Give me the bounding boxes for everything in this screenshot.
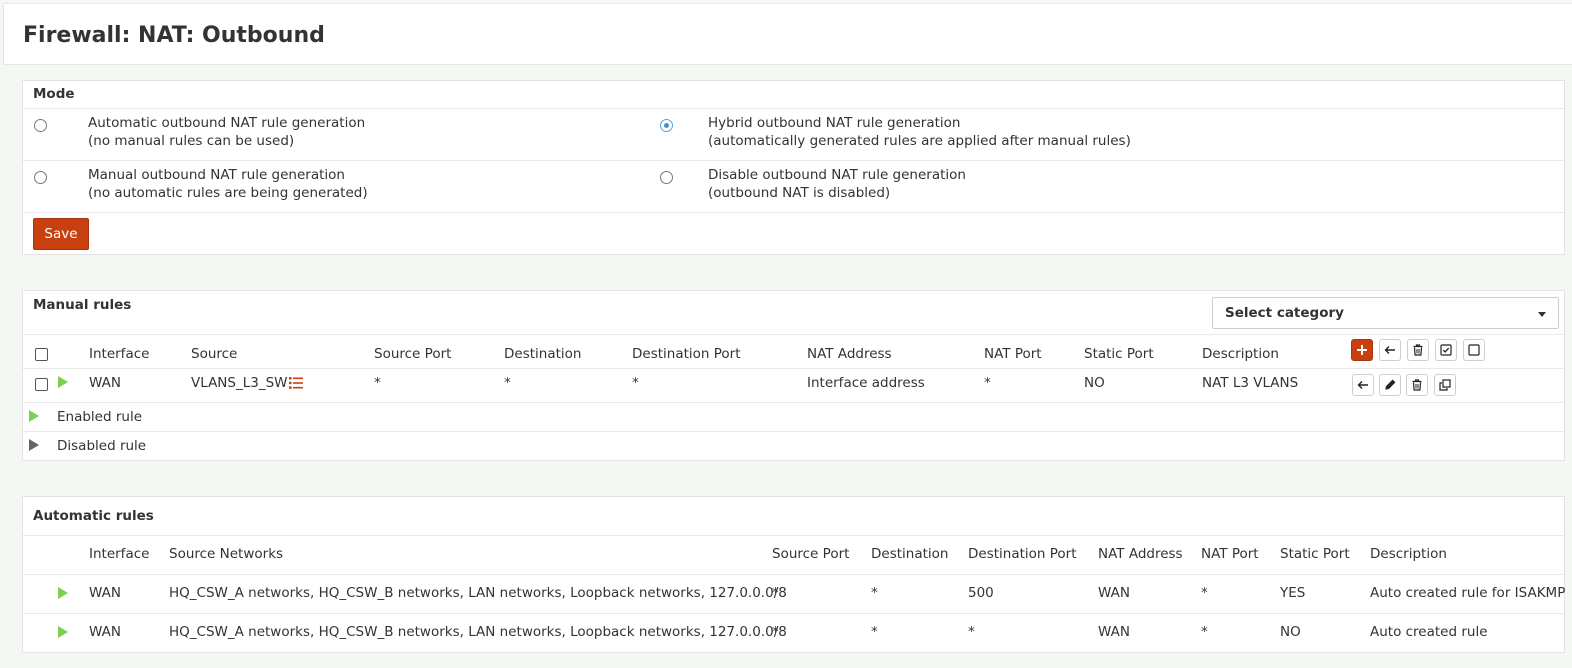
row-delete-button[interactable] [1406,374,1428,396]
mode-panel: Mode Automatic outbound NAT rule generat… [22,80,1565,255]
auto-row-source-networks: HQ_CSW_A networks, HQ_CSW_B networks, LA… [169,624,787,640]
automatic-rules-title: Automatic rules [33,508,154,524]
clone-icon [1439,379,1451,391]
legend-enabled: Enabled rule [57,409,143,425]
radio-hybrid[interactable] [660,119,673,132]
auto-row-description: Auto created rule for ISAKMP [1370,585,1566,601]
category-select-label: Select category [1225,305,1344,321]
radio-manual[interactable] [34,171,47,184]
auto-col-destination-port: Destination Port [968,546,1077,562]
auto-row-destination: * [871,624,878,640]
auto-row-interface: WAN [89,585,121,601]
row-clone-button[interactable] [1434,374,1456,396]
row-move-button[interactable] [1352,374,1374,396]
auto-row-destination-port: * [968,624,975,640]
row-destination: * [504,375,511,391]
auto-row-nat-port: * [1201,585,1208,601]
arrow-left-icon [1357,381,1368,389]
row-static-port: NO [1084,375,1105,391]
option-disable-label: Disable outbound NAT rule generation [708,167,966,183]
list-icon[interactable] [289,377,303,389]
disabled-rule-legend-icon [29,439,39,451]
option-hybrid-label: Hybrid outbound NAT rule generation [708,115,961,131]
auto-col-interface: Interface [89,546,150,562]
category-select[interactable]: Select category [1212,297,1559,329]
square-icon [1468,344,1480,356]
col-static-port: Static Port [1084,346,1154,362]
auto-row-destination: * [871,585,878,601]
auto-row-nat-address: WAN [1098,624,1130,640]
enabled-rule-icon[interactable] [58,376,68,388]
mode-title: Mode [33,86,75,102]
plus-icon [1357,345,1367,355]
option-manual-desc: (no automatic rules are being generated) [88,185,368,201]
manual-rules-panel: Manual rules Select category Interface S… [22,290,1565,461]
trash-icon [1412,379,1422,391]
row-source-port: * [374,375,381,391]
legend-disabled: Disabled rule [57,438,147,454]
auto-row-nat-address: WAN [1098,585,1130,601]
row-source: VLANS_L3_SW [191,375,288,391]
col-source-port: Source Port [374,346,452,362]
auto-col-nat-port: NAT Port [1201,546,1259,562]
col-nat-address: NAT Address [807,346,892,362]
col-description: Description [1202,346,1279,362]
save-button[interactable]: Save [33,218,89,250]
automatic-rules-panel: Automatic rules Interface Source Network… [22,496,1565,653]
col-destination: Destination [504,346,582,362]
auto-col-static-port: Static Port [1280,546,1350,562]
row-destination-port: * [632,375,639,391]
row-nat-port: * [984,375,991,391]
option-manual-label: Manual outbound NAT rule generation [88,167,345,183]
auto-row-destination-port: 500 [968,585,994,601]
manual-rules-title: Manual rules [33,297,132,313]
col-nat-port: NAT Port [984,346,1042,362]
move-rules-button[interactable] [1379,339,1401,361]
auto-row-source-port: * [772,624,779,640]
row-interface: WAN [89,375,121,391]
auto-row-enabled-icon [58,626,68,638]
radio-disable[interactable] [660,171,673,184]
row-description: NAT L3 VLANS [1202,375,1299,391]
select-all-checkbox[interactable] [35,348,48,361]
option-hybrid-desc: (automatically generated rules are appli… [708,133,1131,149]
page-title: Firewall: NAT: Outbound [23,23,325,48]
auto-col-destination: Destination [871,546,949,562]
trash-icon [1413,344,1423,356]
auto-row-source-networks: HQ_CSW_A networks, HQ_CSW_B networks, LA… [169,585,787,601]
auto-col-source-networks: Source Networks [169,546,284,562]
row-nat-address: Interface address [807,375,925,391]
disable-selected-button[interactable] [1463,339,1485,361]
add-rule-button[interactable] [1351,339,1373,361]
check-square-icon [1440,344,1452,356]
row-checkbox[interactable] [35,378,48,391]
delete-selected-button[interactable] [1407,339,1429,361]
arrow-left-icon [1384,346,1395,354]
enable-selected-button[interactable] [1435,339,1457,361]
enabled-rule-legend-icon [29,410,39,422]
pencil-icon [1385,379,1396,390]
auto-row-description: Auto created rule [1370,624,1488,640]
radio-automatic[interactable] [34,119,47,132]
col-destination-port: Destination Port [632,346,741,362]
auto-row-static-port: YES [1280,585,1306,601]
row-edit-button[interactable] [1379,374,1401,396]
col-source: Source [191,346,238,362]
auto-row-static-port: NO [1280,624,1301,640]
auto-row-source-port: * [772,585,779,601]
auto-col-source-port: Source Port [772,546,850,562]
auto-row-nat-port: * [1201,624,1208,640]
auto-col-description: Description [1370,546,1447,562]
auto-row-enabled-icon [58,587,68,599]
chevron-down-icon [1538,312,1546,317]
page-header: Firewall: NAT: Outbound [3,3,1572,65]
option-disable-desc: (outbound NAT is disabled) [708,185,891,201]
option-automatic-desc: (no manual rules can be used) [88,133,295,149]
option-automatic-label: Automatic outbound NAT rule generation [88,115,366,131]
auto-row-interface: WAN [89,624,121,640]
col-interface: Interface [89,346,150,362]
auto-col-nat-address: NAT Address [1098,546,1183,562]
